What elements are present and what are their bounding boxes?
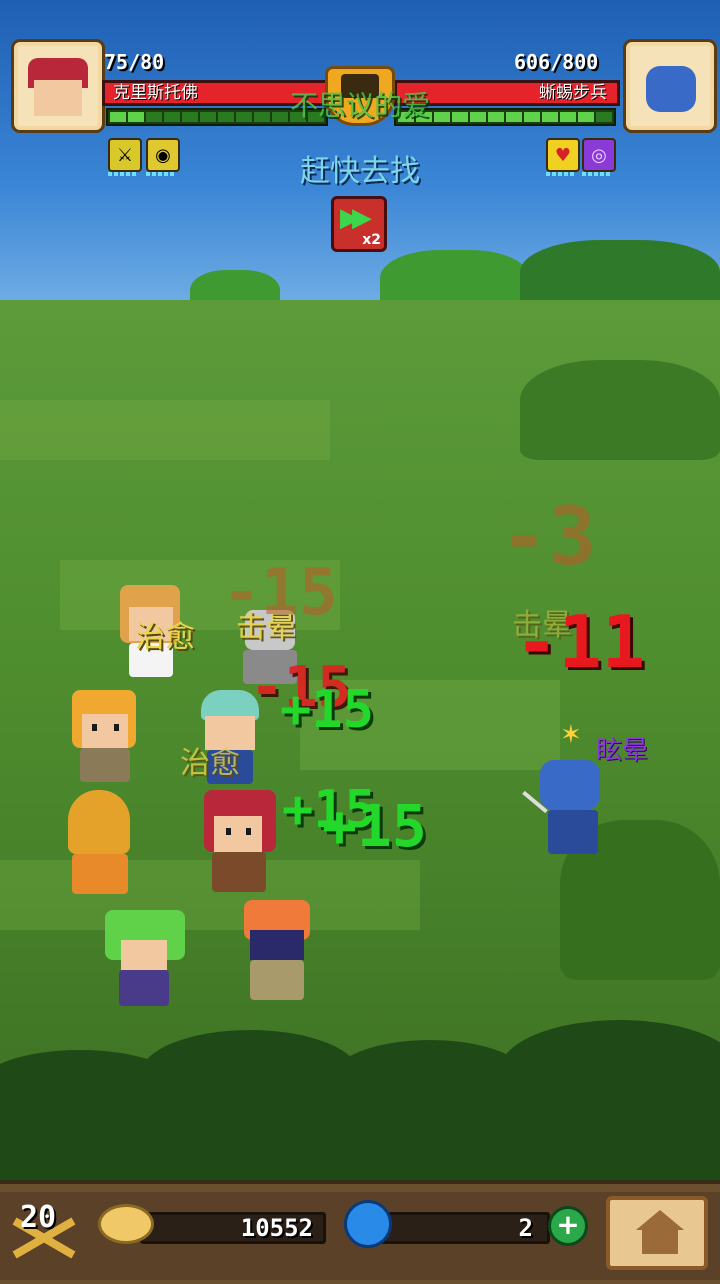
heart-buff-icon[interactable]: ♥ bbox=[546, 138, 580, 172]
wave-title: 不思议的爱 bbox=[289, 89, 430, 122]
plus-icon[interactable]: + bbox=[548, 1206, 588, 1246]
heal-label: 治愈 bbox=[135, 620, 195, 655]
buff-duration bbox=[108, 172, 138, 176]
hero-orange-hair[interactable] bbox=[70, 690, 140, 790]
hero-gold-knight[interactable] bbox=[62, 790, 142, 900]
enemy-hp-text: 606/800 bbox=[514, 50, 599, 74]
home-icon bbox=[636, 1210, 684, 1230]
stun-star-icon: ✶ bbox=[560, 720, 582, 750]
level-text: 20 bbox=[20, 1200, 57, 1235]
damage-number-faded: -15 bbox=[222, 556, 338, 630]
dark-grass bbox=[520, 360, 720, 460]
heal-label: 治愈 bbox=[180, 746, 240, 781]
speed-x2-button[interactable]: ▶▶ x2 bbox=[331, 196, 387, 252]
grass-patch bbox=[0, 400, 330, 460]
gem-icon bbox=[344, 1200, 392, 1248]
coin-amount: 10552 bbox=[240, 1214, 313, 1242]
coin-counter: 10552 bbox=[140, 1212, 326, 1244]
heal-number: +15 bbox=[280, 680, 374, 740]
gem-amount: 2 bbox=[518, 1214, 533, 1242]
buff-duration bbox=[146, 172, 176, 176]
buff-duration bbox=[582, 172, 612, 176]
foreground-bushes bbox=[0, 1020, 720, 1180]
coin-icon bbox=[98, 1204, 154, 1244]
heal-number: +15 bbox=[322, 792, 427, 860]
hero-green-hat[interactable] bbox=[105, 910, 185, 1010]
spiral-buff-icon[interactable]: ◎ bbox=[582, 138, 616, 172]
eye-buff-icon[interactable]: ◉ bbox=[146, 138, 180, 172]
gem-counter: 2 bbox=[380, 1212, 550, 1244]
level-badge[interactable]: 20 bbox=[10, 1196, 78, 1262]
damage-number: -11 bbox=[515, 600, 646, 684]
fast-forward-icon: ▶▶ bbox=[340, 203, 372, 233]
speed-label: x2 bbox=[362, 232, 381, 248]
hero-red-hair-main[interactable] bbox=[200, 790, 280, 900]
hero-masked-orange[interactable] bbox=[240, 900, 320, 1010]
buff-duration bbox=[546, 172, 576, 176]
sword-buff-icon[interactable]: ⚔ bbox=[108, 138, 142, 172]
damage-number-faded: -3 bbox=[500, 490, 597, 583]
stun-label-enemy: 眩晕 bbox=[596, 736, 649, 766]
player-hp-text: 75/80 bbox=[104, 50, 165, 74]
home-button[interactable] bbox=[606, 1196, 708, 1270]
